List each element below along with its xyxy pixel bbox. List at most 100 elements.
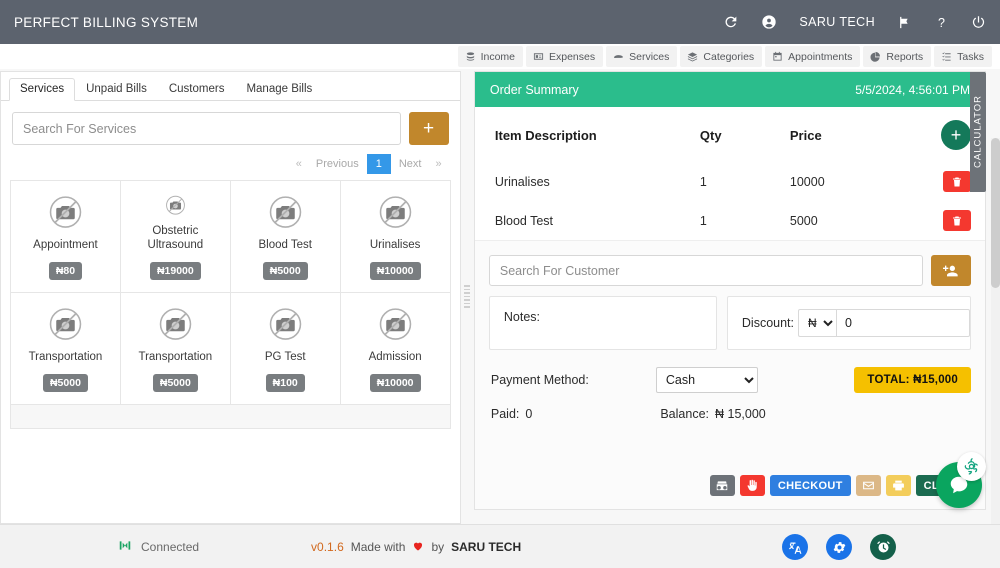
nav-tab-appointments[interactable]: Appointments: [765, 46, 861, 67]
column-description: Item Description: [494, 127, 597, 143]
nav-tab-services[interactable]: Services: [606, 46, 678, 67]
pagination-last[interactable]: »: [429, 155, 447, 173]
tab-unpaid-bills[interactable]: Unpaid Bills: [75, 78, 158, 101]
notes-discount-row: Notes: Discount: ₦: [475, 286, 985, 350]
organization-name: SARU TECH: [799, 15, 875, 29]
item-price: 5000: [789, 213, 818, 228]
nav-tab-income[interactable]: Income: [457, 46, 523, 67]
services-grid: Appointment ₦80 Obstetric Ultrasound ₦1900…: [10, 180, 451, 405]
delete-item-button[interactable]: [943, 210, 971, 231]
print-button[interactable]: [885, 475, 911, 496]
power-icon[interactable]: [971, 15, 986, 30]
order-summary-header: Order Summary 5/5/2024, 4:56:01 PM: [474, 72, 985, 107]
pagination-next[interactable]: Next: [391, 155, 430, 173]
service-card[interactable]: PG Test ₦100: [230, 293, 341, 405]
nav-tab-tasks[interactable]: Tasks: [934, 46, 992, 67]
service-price: ₦5000: [152, 374, 198, 392]
service-price: ₦10000: [369, 374, 421, 392]
service-card[interactable]: Transportation ₦5000: [11, 293, 121, 405]
service-price: ₦100: [265, 374, 305, 392]
delete-item-button[interactable]: [943, 171, 971, 192]
connection-status: Connected: [118, 538, 199, 556]
order-item-row: Blood Test 1 5000: [475, 201, 985, 240]
page-scrollbar[interactable]: [991, 138, 1000, 524]
pagination: « Previous 1 Next »: [1, 149, 460, 180]
service-search-row: +: [1, 101, 460, 149]
vendor-brand: SARU TECH: [451, 540, 522, 554]
add-item-button[interactable]: +: [941, 120, 971, 150]
tab-customers[interactable]: Customers: [158, 78, 236, 101]
account-icon[interactable]: [761, 14, 777, 30]
item-description: Urinalises: [494, 174, 550, 189]
alarm-icon[interactable]: [870, 534, 896, 560]
support-chat-fab[interactable]: [936, 452, 986, 508]
pinwheel-badge-icon[interactable]: [957, 452, 986, 481]
pagination-previous[interactable]: Previous: [308, 155, 367, 173]
refresh-icon[interactable]: [723, 14, 739, 30]
hold-button[interactable]: [739, 475, 765, 496]
pagination-first[interactable]: «: [290, 155, 308, 173]
service-card[interactable]: Obstetric Ultrasound ₦19000: [120, 181, 231, 293]
service-card[interactable]: Blood Test ₦5000: [230, 181, 341, 293]
column-price: Price: [789, 127, 822, 143]
service-card[interactable]: Urinalises ₦10000: [340, 181, 451, 293]
main-content: Services Unpaid Bills Customers Manage B…: [0, 69, 1000, 524]
service-price: ₦5000: [42, 374, 88, 392]
flag-icon[interactable]: [897, 15, 912, 30]
left-panel-tabs: Services Unpaid Bills Customers Manage B…: [1, 72, 460, 101]
service-card[interactable]: Admission ₦10000: [340, 293, 451, 405]
nav-tab-reports[interactable]: Reports: [863, 46, 932, 67]
add-service-button[interactable]: +: [408, 112, 449, 145]
email-button[interactable]: [855, 475, 881, 496]
no-image-icon: [379, 308, 411, 340]
pagination-page-1[interactable]: 1: [366, 154, 391, 174]
notes-field[interactable]: Notes:: [488, 296, 717, 350]
discount-field: Discount: ₦: [726, 296, 971, 350]
search-services-input[interactable]: [12, 112, 401, 145]
help-icon[interactable]: ?: [934, 15, 949, 30]
service-name: Transportation: [138, 351, 213, 364]
discount-currency-select[interactable]: ₦: [798, 309, 836, 337]
tab-services[interactable]: Services: [9, 78, 76, 101]
service-name: Transportation: [28, 351, 103, 364]
nav-tab-label: Expenses: [549, 50, 596, 63]
discount-value-input[interactable]: [836, 309, 970, 337]
paid-label: Paid:: [490, 407, 520, 421]
nav-tab-categories[interactable]: Categories: [680, 46, 763, 67]
nav-tab-label: Categories: [703, 50, 755, 63]
notes-label: Notes:: [503, 310, 541, 324]
service-price: ₦10000: [369, 262, 421, 280]
translate-icon[interactable]: [782, 534, 808, 560]
svg-text:?: ?: [938, 15, 945, 29]
search-customer-input[interactable]: [488, 255, 923, 286]
services-panel: Services Unpaid Bills Customers Manage B…: [0, 71, 461, 524]
payment-method-label: Payment Method:: [490, 373, 589, 387]
cash-register-button[interactable]: [709, 475, 735, 496]
checkout-button[interactable]: CHECKOUT: [769, 475, 851, 496]
order-actions: CHECKOUT CLEAR: [475, 475, 985, 509]
module-nav: Income Expenses Services Categories Appo…: [0, 44, 1000, 69]
paid-balance-row: Paid: 0 Balance: ₦ 15,000: [475, 393, 985, 421]
no-image-icon: [269, 308, 301, 340]
order-panel: Order Summary 5/5/2024, 4:56:01 PM Item …: [473, 71, 986, 510]
payment-method-row: Payment Method: Cash TOTAL: ₦15,000: [475, 350, 985, 393]
no-image-icon: [159, 308, 192, 340]
item-price: 10000: [789, 174, 825, 189]
service-card[interactable]: Transportation ₦5000: [120, 293, 231, 405]
balance-label: Balance:: [660, 407, 709, 421]
nav-tab-label: Appointments: [788, 50, 853, 63]
payment-method-select[interactable]: Cash: [655, 367, 758, 393]
nav-tab-expenses[interactable]: Expenses: [526, 46, 604, 67]
balance-value: ₦ 15,000: [715, 407, 766, 421]
scrollbar-thumb[interactable]: [991, 138, 1000, 288]
add-customer-button[interactable]: [931, 255, 971, 286]
service-name: Admission: [368, 351, 422, 364]
tab-manage-bills[interactable]: Manage Bills: [235, 78, 323, 101]
panel-resizer[interactable]: [460, 69, 474, 524]
made-with-prefix: Made with: [350, 540, 406, 554]
total-button[interactable]: TOTAL: ₦15,000: [854, 367, 971, 393]
calculator-tab[interactable]: CALCULATOR: [970, 72, 986, 192]
nav-tab-label: Reports: [886, 50, 924, 63]
service-card[interactable]: Appointment ₦80: [11, 181, 121, 293]
settings-icon[interactable]: [826, 534, 852, 560]
